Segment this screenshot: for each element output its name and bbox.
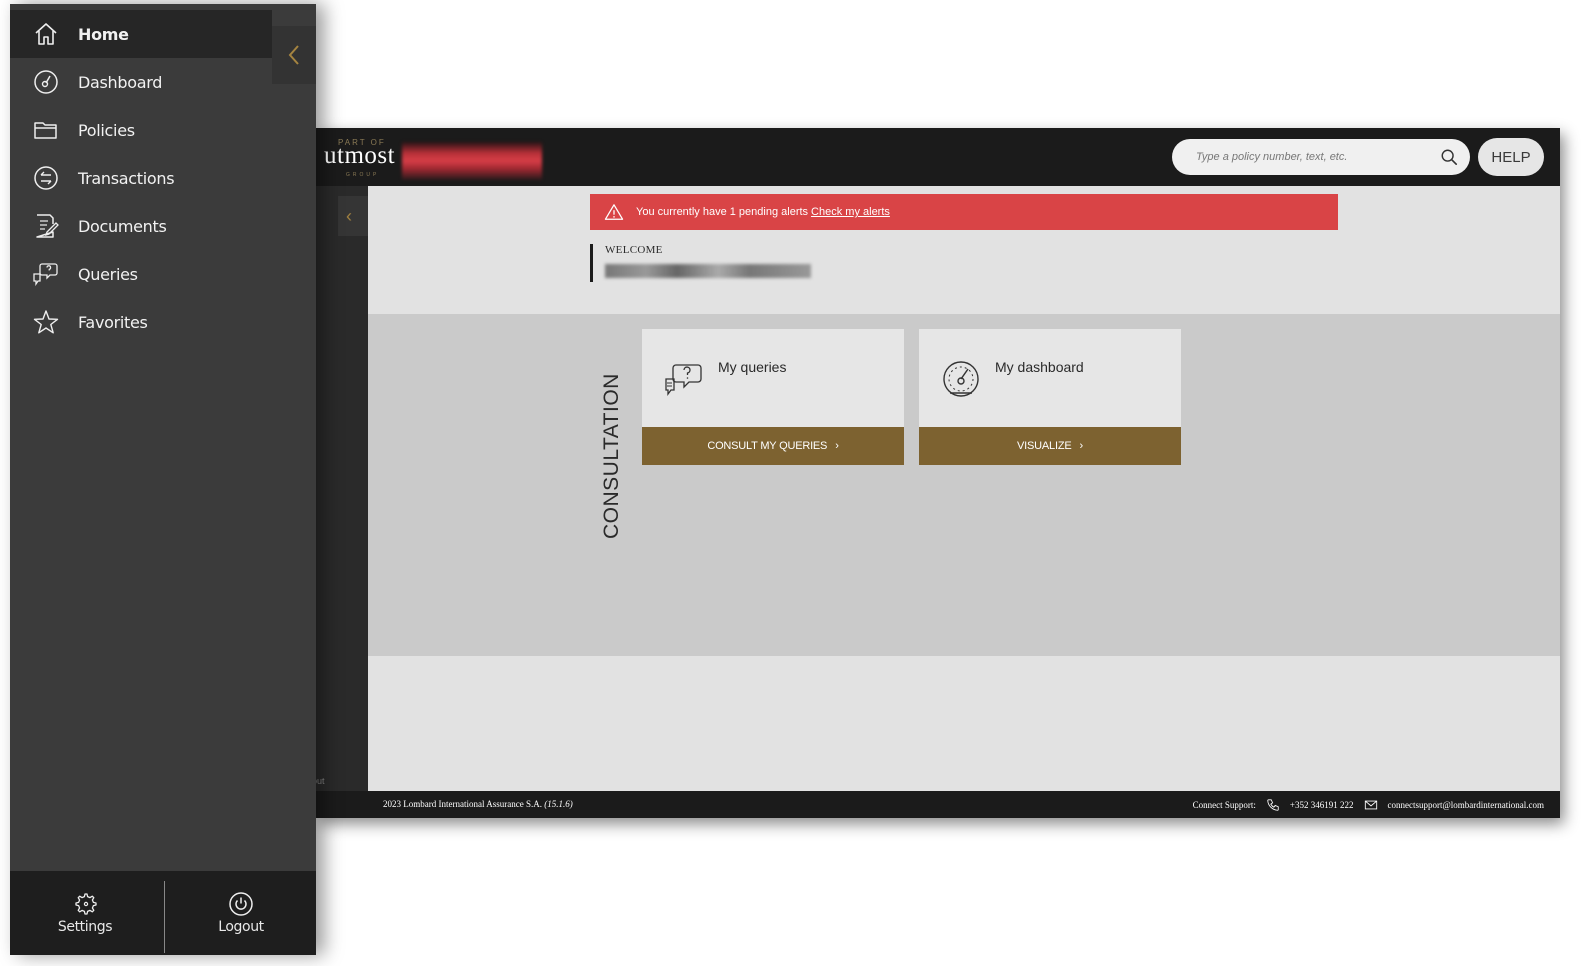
welcome-label: WELCOME: [605, 244, 663, 256]
search-box: [1172, 139, 1470, 175]
sidebar-collapse-button[interactable]: [272, 26, 316, 84]
support-phone[interactable]: +352 346191 222: [1290, 800, 1354, 810]
footer: 2023 Lombard International Assurance S.A…: [316, 791, 1560, 818]
sidebar-item-label: Documents: [78, 216, 167, 236]
brand-name: utmost: [324, 142, 396, 169]
logout-label: Logout: [218, 919, 264, 935]
phone-icon: [1267, 799, 1279, 811]
redacted-logo: [402, 142, 542, 180]
check-alerts-link[interactable]: Check my alerts: [811, 206, 890, 218]
sidebar-item-queries[interactable]: Queries: [10, 250, 316, 298]
support-email[interactable]: connectsupport@lombardinternational.com: [1388, 800, 1545, 810]
sidebar-item-label: Queries: [78, 264, 138, 284]
my-queries-card: My queries CONSULT MY QUERIES ›: [642, 329, 904, 465]
chevron-right-icon: ›: [1079, 440, 1083, 452]
redacted-user-name: [605, 264, 811, 278]
brand-group: GROUP: [346, 172, 380, 178]
chevron-left-icon: ‹: [346, 206, 352, 226]
welcome-area: You currently have 1 pending alerts Chec…: [368, 186, 1560, 314]
search-icon[interactable]: [1440, 148, 1458, 166]
gear-icon: [75, 893, 97, 915]
sidebar-item-home[interactable]: Home: [10, 10, 272, 58]
sidebar-item-transactions[interactable]: Transactions: [10, 154, 316, 202]
search-input[interactable]: [1196, 151, 1440, 163]
speedometer-icon: [943, 361, 979, 397]
footer-copyright: 2023 Lombard International Assurance S.A…: [383, 799, 573, 809]
consultation-title: CONSULTATION: [600, 373, 623, 539]
sidebar-nav: Home Dashboard Policies Transactions Doc…: [10, 10, 316, 346]
inner-logout-fragment[interactable]: out: [316, 776, 325, 786]
sidebar-item-label: Transactions: [78, 168, 175, 188]
button-label: VISUALIZE: [1017, 440, 1072, 452]
sidebar-item-label: Dashboard: [78, 72, 163, 92]
alert-banner: You currently have 1 pending alerts Chec…: [590, 194, 1338, 230]
power-icon: [229, 892, 253, 916]
app-window: PART OF utmost GROUP HELP ‹ out You curr…: [316, 128, 1560, 818]
sidebar-item-documents[interactable]: Documents: [10, 202, 316, 250]
consultation-section: CONSULTATION My queries CONSULT MY QUERI…: [368, 314, 1560, 656]
footer-support: Connect Support: +352 346191 222 connect…: [1193, 798, 1544, 812]
document-edit-icon: [36, 214, 59, 238]
warning-icon: [604, 204, 624, 220]
speedometer-icon: [34, 70, 58, 94]
button-label: CONSULT MY QUERIES: [707, 440, 828, 452]
chat-question-icon: [665, 364, 702, 396]
chat-question-icon: [33, 263, 58, 287]
sidebar-item-dashboard[interactable]: Dashboard: [10, 58, 316, 106]
chevron-right-icon: ›: [835, 440, 839, 452]
visualize-button[interactable]: VISUALIZE ›: [919, 427, 1181, 465]
sidebar-item-favorites[interactable]: Favorites: [10, 298, 316, 346]
sidebar: Home Dashboard Policies Transactions Doc…: [10, 4, 316, 955]
my-dashboard-card: My dashboard VISUALIZE ›: [919, 329, 1181, 465]
sidebar-item-label: Home: [78, 24, 129, 44]
logout-button[interactable]: Logout: [166, 891, 316, 941]
sidebar-item-label: Policies: [78, 120, 135, 140]
card-title: My dashboard: [995, 359, 1084, 375]
top-bar: PART OF utmost GROUP HELP: [316, 128, 1560, 186]
folder-icon: [34, 122, 57, 139]
alert-text: You currently have 1 pending alerts: [636, 206, 809, 218]
inner-sidebar-toggle[interactable]: ‹: [338, 196, 368, 236]
copyright-text: 2023 Lombard International Assurance S.A…: [383, 799, 542, 809]
sidebar-item-policies[interactable]: Policies: [10, 106, 316, 154]
chevron-left-icon: [288, 45, 299, 65]
inner-sidebar: ‹ out: [316, 186, 368, 791]
settings-button[interactable]: Settings: [10, 891, 160, 941]
exchange-icon: [34, 166, 58, 190]
support-label: Connect Support:: [1192, 800, 1256, 810]
settings-label: Settings: [57, 919, 113, 935]
consult-queries-button[interactable]: CONSULT MY QUERIES ›: [642, 427, 904, 465]
welcome-block: WELCOME: [590, 244, 811, 282]
star-icon: [33, 310, 59, 334]
mail-icon: [1364, 800, 1377, 810]
footer-divider: [164, 881, 165, 953]
version-text: (15.1.6): [544, 799, 573, 809]
help-button[interactable]: HELP: [1478, 138, 1544, 176]
sidebar-item-label: Favorites: [78, 312, 148, 332]
content-area: [368, 656, 1560, 791]
home-icon: [35, 23, 57, 45]
sidebar-footer: Settings Logout: [10, 871, 316, 955]
card-title: My queries: [718, 359, 787, 375]
